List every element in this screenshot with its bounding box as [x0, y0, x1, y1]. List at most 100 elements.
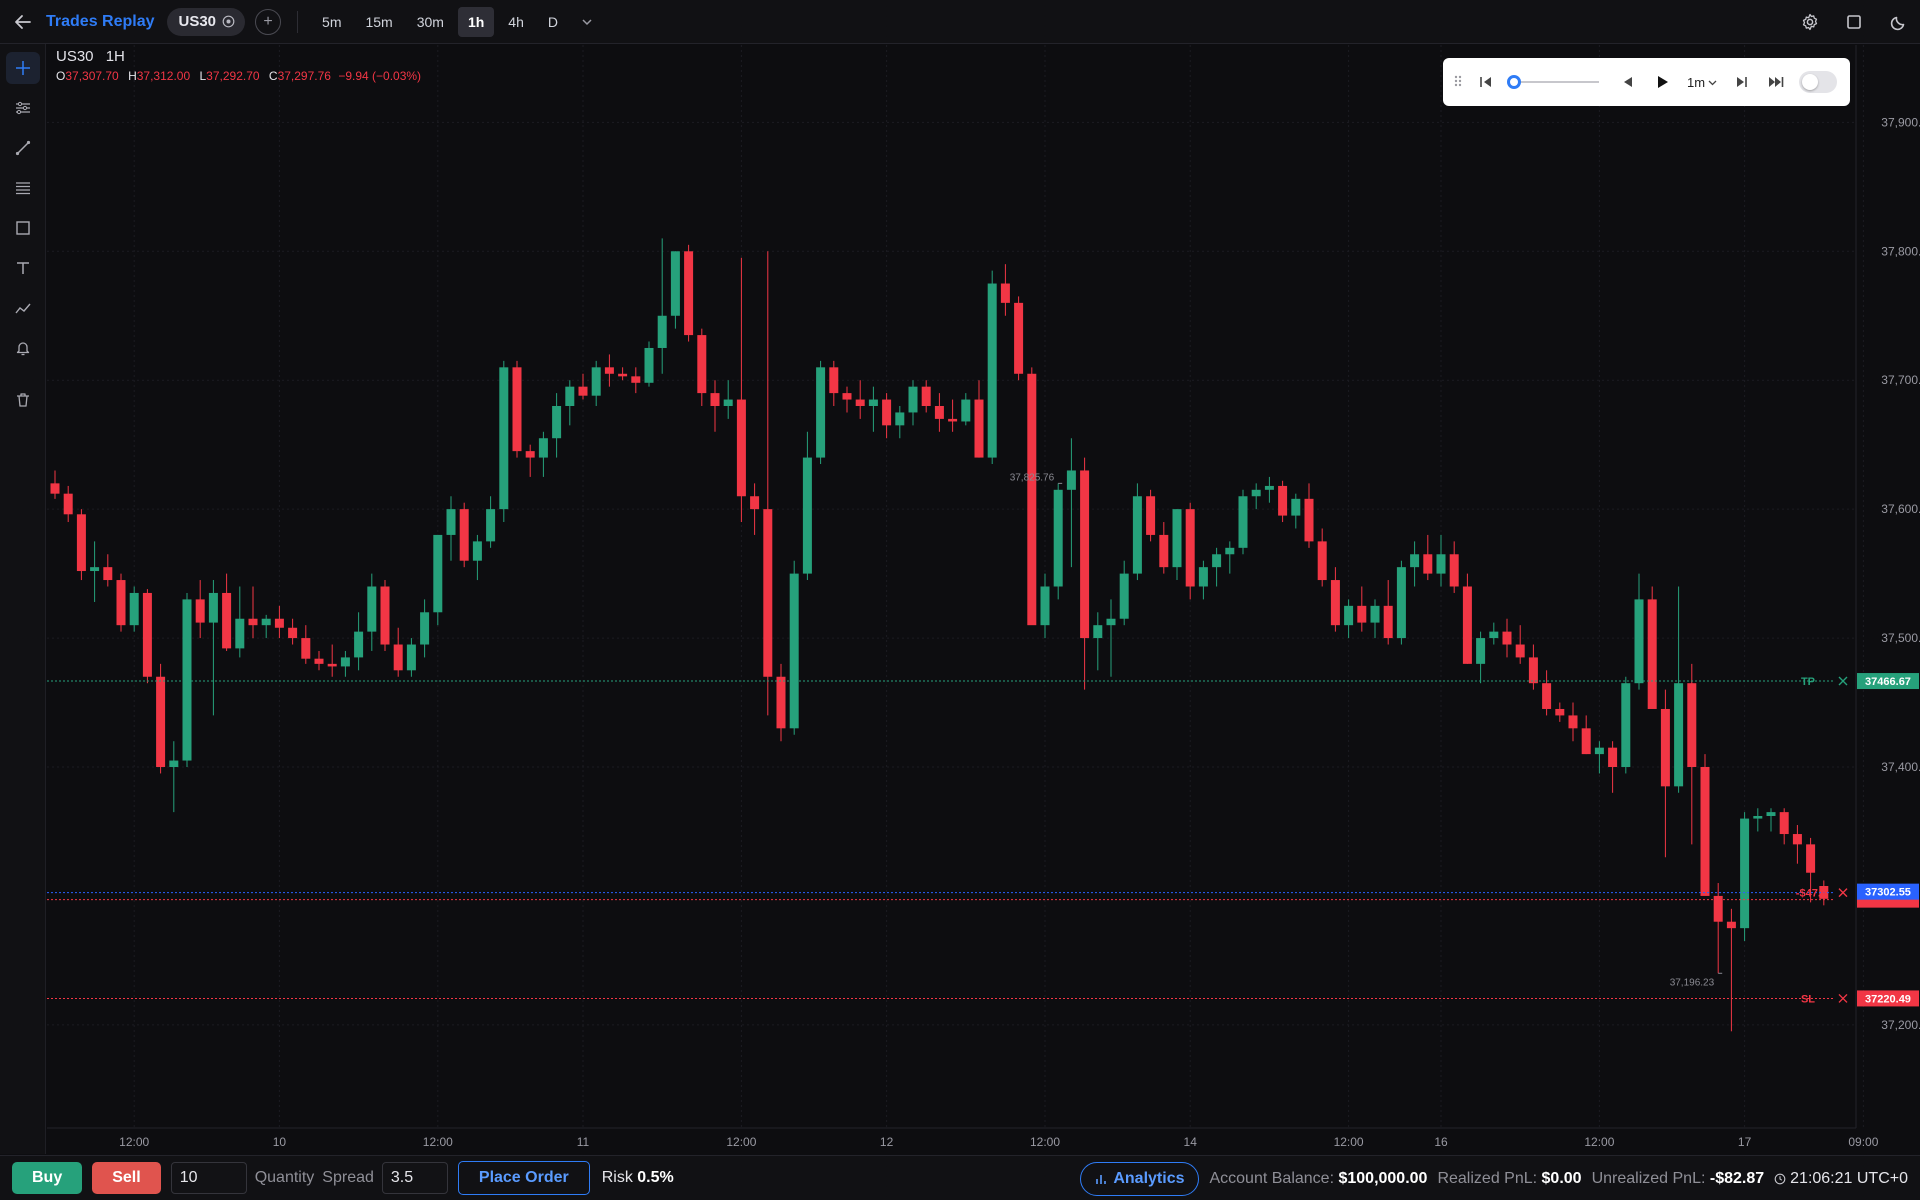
drag-handle[interactable] [1453, 74, 1469, 91]
candle-body[interactable] [525, 451, 535, 458]
candle-body[interactable] [895, 412, 905, 426]
candle-body[interactable] [288, 627, 298, 639]
candle-body[interactable] [446, 509, 456, 535]
candle-body[interactable] [406, 644, 416, 671]
symbol-selector[interactable]: US30 [166, 7, 246, 36]
candle-body[interactable] [644, 347, 654, 383]
candle-body[interactable] [380, 586, 390, 645]
theme-toggle-button[interactable] [1876, 0, 1920, 44]
candle-body[interactable] [578, 386, 588, 396]
candle-body[interactable] [1212, 554, 1222, 568]
candle-body[interactable] [816, 367, 826, 458]
price-chart[interactable]: 37,900.00 37,800.00 37,700.00 37,600.00 37,5… [47, 45, 1920, 1154]
candle-body[interactable] [459, 509, 469, 561]
analytics-button[interactable]: Analytics [1080, 1161, 1200, 1196]
replay-progress-slider[interactable] [1506, 74, 1599, 90]
candle-body[interactable] [710, 393, 720, 406]
candle-body[interactable] [103, 567, 113, 581]
path-tool[interactable] [0, 288, 46, 328]
candle-body[interactable] [1251, 489, 1261, 497]
candle-body[interactable] [736, 399, 746, 497]
candle-body[interactable] [512, 367, 522, 452]
candle-body[interactable] [1383, 605, 1393, 639]
candle-body[interactable] [855, 399, 865, 406]
candle-body[interactable] [433, 534, 443, 613]
candle-body[interactable] [367, 586, 377, 632]
candle-body[interactable] [1687, 683, 1697, 767]
candle-body[interactable] [987, 283, 997, 458]
candle-body[interactable] [1674, 683, 1684, 787]
candle-body[interactable] [261, 618, 271, 626]
candle-body[interactable] [1396, 567, 1406, 639]
candle-body[interactable] [472, 541, 482, 561]
spread-input[interactable] [381, 1162, 448, 1194]
candle-body[interactable] [1344, 605, 1354, 626]
candle-body[interactable] [327, 663, 337, 667]
candle-body[interactable] [1660, 708, 1670, 787]
candle-body[interactable] [340, 657, 350, 667]
candle-body[interactable] [1264, 485, 1274, 490]
candle-body[interactable] [420, 612, 430, 645]
timeframe-1h[interactable]: 1h [457, 6, 495, 37]
alert-tool[interactable] [0, 328, 46, 368]
back-button[interactable] [0, 0, 46, 44]
step-back-button[interactable] [1617, 70, 1639, 94]
candle-body[interactable] [222, 592, 232, 649]
step-forward-button[interactable] [1731, 70, 1753, 94]
candle-body[interactable] [697, 335, 707, 394]
candle-body[interactable] [802, 457, 812, 574]
crosshair-tool[interactable] [0, 48, 46, 88]
candle-body[interactable] [961, 399, 971, 422]
candle-body[interactable] [1766, 812, 1776, 816]
candle-body[interactable] [76, 514, 86, 572]
candle-body[interactable] [235, 618, 245, 649]
candle-body[interactable] [1238, 496, 1248, 548]
candle-body[interactable] [750, 496, 760, 510]
delete-drawings-tool[interactable] [0, 380, 46, 420]
candle-body[interactable] [1066, 470, 1076, 490]
candle-body[interactable] [1053, 489, 1063, 587]
candle-body[interactable] [1634, 599, 1644, 684]
candle-body[interactable] [1608, 747, 1618, 767]
candle-body[interactable] [393, 644, 403, 671]
brand-title[interactable]: Trades Replay [46, 13, 155, 31]
timeframe-30m[interactable]: 30m [407, 7, 454, 37]
candle-body[interactable] [1357, 605, 1367, 623]
candle-body[interactable] [1502, 631, 1512, 645]
candle-body[interactable] [934, 406, 944, 419]
slider-knob[interactable] [1506, 75, 1521, 89]
candle-body[interactable] [1792, 834, 1802, 845]
candle-body[interactable] [723, 399, 733, 406]
candle-body[interactable] [763, 509, 773, 677]
candle-body[interactable] [1647, 599, 1657, 709]
candle-body[interactable] [921, 386, 931, 406]
auto-replay-toggle[interactable] [1799, 71, 1838, 93]
candle-body[interactable] [948, 418, 958, 422]
candle-body[interactable] [63, 493, 73, 515]
candlestick-chart[interactable]: 37,900.00 37,800.00 37,700.00 37,600.00 37,5… [47, 45, 1920, 1154]
candle-body[interactable] [248, 618, 258, 626]
candle-body[interactable] [1370, 605, 1380, 623]
candle-body[interactable] [1806, 844, 1816, 873]
candle-body[interactable] [354, 631, 364, 658]
candle-body[interactable] [50, 483, 60, 494]
candle-body[interactable] [591, 367, 601, 396]
replay-speed-selector[interactable]: 1m [1687, 75, 1717, 90]
candle-body[interactable] [1040, 586, 1050, 626]
indicators-tool[interactable] [0, 88, 46, 128]
candle-body[interactable] [486, 509, 496, 542]
candle-body[interactable] [499, 367, 509, 510]
fullscreen-button[interactable] [1832, 0, 1876, 44]
candle-body[interactable] [868, 399, 878, 406]
candle-body[interactable] [1159, 534, 1169, 568]
candle-body[interactable] [1581, 728, 1591, 755]
candle-body[interactable] [208, 592, 218, 623]
candle-body[interactable] [1528, 657, 1538, 684]
candle-body[interactable] [1476, 638, 1486, 664]
candle-body[interactable] [1740, 818, 1750, 929]
quantity-input[interactable] [170, 1162, 247, 1194]
candle-body[interactable] [314, 658, 324, 664]
candle-body[interactable] [1594, 747, 1604, 755]
jump-end-button[interactable] [1765, 70, 1787, 94]
play-button[interactable] [1651, 70, 1673, 94]
